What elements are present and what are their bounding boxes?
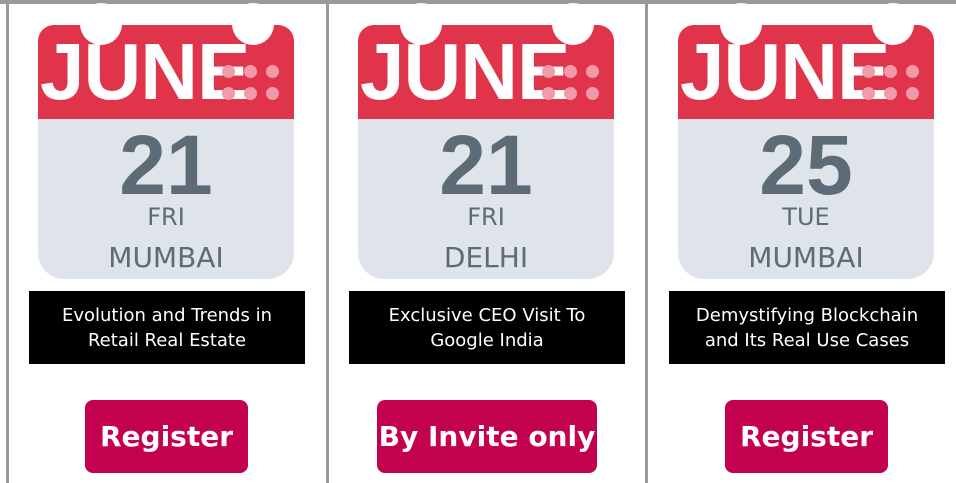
calendar-dot — [564, 65, 577, 78]
event-weekday: TUE — [782, 203, 830, 231]
calendar-dots — [222, 65, 286, 107]
register-button[interactable]: Register — [85, 400, 248, 473]
calendar-dot — [906, 87, 919, 100]
event-day: 21 — [439, 118, 533, 212]
calendar-dot — [244, 65, 257, 78]
column-divider-left — [6, 0, 9, 483]
event-month: JUNE — [360, 27, 570, 116]
event-month: JUNE — [680, 27, 890, 116]
event-month: JUNE — [40, 27, 250, 116]
invite-only-button[interactable]: By Invite only — [377, 400, 597, 473]
column-divider-middle — [326, 0, 329, 483]
calendar-dot — [586, 65, 599, 78]
column-divider-right — [645, 0, 648, 483]
event-weekday: FRI — [467, 203, 505, 231]
calendar-dot — [884, 87, 897, 100]
calendar-dot — [586, 87, 599, 100]
event-title: Demystifying Blockchain and Its Real Use… — [669, 291, 945, 364]
calendar-icon: JUNE 21 FRI MUMBAI — [38, 3, 294, 279]
event-title: Evolution and Trends in Retail Real Esta… — [29, 291, 305, 364]
calendar-dot — [862, 87, 875, 100]
calendar-dot — [564, 87, 577, 100]
calendar-icon: JUNE 21 FRI DELHI — [358, 3, 614, 279]
calendar-dots — [862, 65, 926, 107]
calendar-dot — [222, 87, 235, 100]
calendar-dot — [884, 65, 897, 78]
calendar-dot — [266, 87, 279, 100]
event-title: Exclusive CEO Visit To Google India — [349, 291, 625, 364]
calendar-dot — [244, 87, 257, 100]
calendar-dot — [222, 65, 235, 78]
top-divider — [0, 0, 956, 4]
event-weekday: FRI — [147, 203, 185, 231]
event-city: DELHI — [443, 241, 529, 274]
calendar-dot — [906, 65, 919, 78]
calendar-dot — [542, 87, 555, 100]
event-day: 25 — [759, 118, 853, 212]
calendar-icon: JUNE 25 TUE MUMBAI — [678, 3, 934, 279]
event-day: 21 — [119, 118, 213, 212]
calendar-dot — [542, 65, 555, 78]
event-city: MUMBAI — [108, 241, 224, 274]
register-button[interactable]: Register — [725, 400, 888, 473]
calendar-dot — [266, 65, 279, 78]
calendar-dots — [542, 65, 606, 107]
calendar-dot — [862, 65, 875, 78]
event-city: MUMBAI — [748, 241, 864, 274]
